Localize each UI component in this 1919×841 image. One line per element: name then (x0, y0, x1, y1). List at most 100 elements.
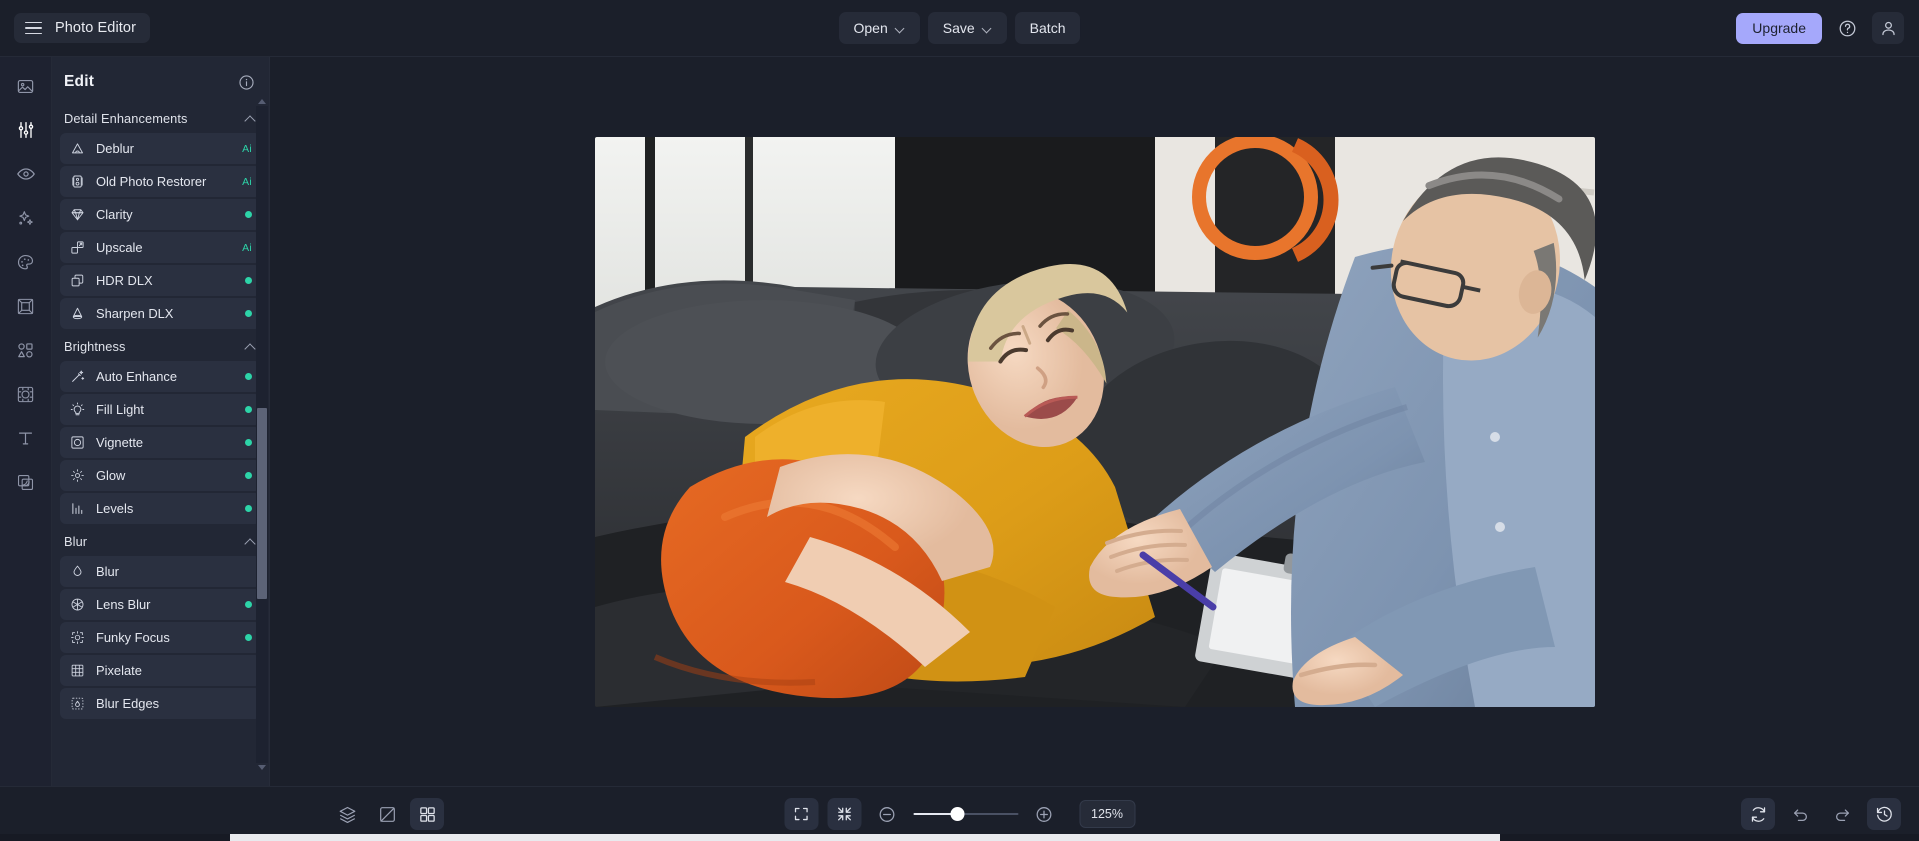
lightbulb-icon (70, 402, 85, 417)
sidebar-item-frame[interactable] (9, 289, 43, 323)
section-header-blur[interactable]: Blur (60, 524, 261, 556)
zoom-out-button[interactable] (870, 798, 904, 830)
batch-button-label: Batch (1029, 20, 1066, 36)
status-dot-badge (245, 472, 252, 479)
chevron-up-icon (245, 342, 255, 352)
grid-four-icon (419, 806, 435, 822)
zoom-slider[interactable] (913, 804, 1018, 824)
tool-item-label: Clarity (96, 207, 133, 222)
eye-icon (16, 168, 35, 180)
sidebar-item-shapes[interactable] (9, 333, 43, 367)
panel-vertical-scrollbar[interactable] (256, 97, 268, 772)
taskbar-segment (230, 834, 1500, 841)
badge-placeholder (245, 700, 252, 707)
zoom-out-circle-icon (879, 806, 895, 822)
section-header-detail-enhancements[interactable]: Detail Enhancements (60, 101, 261, 133)
layers-stack-button[interactable] (330, 798, 364, 830)
sidebar-item-color[interactable] (9, 245, 43, 279)
fullscreen-button[interactable] (784, 798, 818, 830)
tool-item-clarity[interactable]: Clarity (60, 199, 261, 230)
history-button[interactable] (1867, 798, 1901, 830)
status-dot-badge (245, 310, 252, 317)
save-button[interactable]: Save (927, 12, 1007, 44)
status-dot-badge (245, 406, 252, 413)
upgrade-button[interactable]: Upgrade (1736, 12, 1822, 44)
diamond-icon (70, 207, 85, 222)
focus-target-icon (70, 630, 85, 645)
tool-item-label: HDR DLX (96, 273, 153, 288)
zoom-level-value[interactable]: 125% (1079, 800, 1135, 828)
sidebar-item-retouch[interactable] (9, 157, 43, 191)
scrollbar-track[interactable] (256, 106, 268, 763)
section-header-brightness[interactable]: Brightness (60, 329, 261, 361)
tool-item-blur-edges[interactable]: Blur Edges (60, 688, 261, 719)
shapes-icon (18, 342, 33, 358)
section-items-blur: Blur Lens Blur Funky Focus Pixelate Blur… (60, 556, 261, 719)
hamburger-icon (25, 21, 42, 35)
scroll-up-arrow-icon[interactable] (258, 99, 266, 104)
tool-item-funky-focus[interactable]: Funky Focus (60, 622, 261, 653)
tool-rail (0, 57, 52, 786)
zoom-in-button[interactable] (1027, 798, 1061, 830)
batch-button[interactable]: Batch (1014, 12, 1081, 44)
tool-item-glow[interactable]: Glow (60, 460, 261, 491)
sidebar-item-adjust[interactable] (9, 113, 43, 147)
tool-item-deblur[interactable]: Deblur Ai (60, 133, 261, 164)
tool-item-old-photo-restorer[interactable]: Old Photo Restorer Ai (60, 166, 261, 197)
sidebar-item-effects[interactable] (9, 201, 43, 235)
sidebar-item-image[interactable] (9, 69, 43, 103)
tool-item-sharpen-dlx[interactable]: Sharpen DLX (60, 298, 261, 329)
tool-item-pixelate[interactable]: Pixelate (60, 655, 261, 686)
tool-item-fill-light[interactable]: Fill Light (60, 394, 261, 425)
redo-arrow-icon (1835, 808, 1849, 821)
gear-glow-icon (70, 468, 85, 483)
app-body: Edit Detail Enhancements Deblur Ai Old P… (0, 57, 1919, 786)
open-button[interactable]: Open (838, 12, 920, 44)
info-button[interactable] (238, 74, 255, 91)
help-button[interactable] (1831, 12, 1863, 44)
canvas-area[interactable] (270, 57, 1919, 786)
sliders-icon (18, 122, 33, 138)
palette-icon (17, 254, 34, 269)
fit-to-screen-button[interactable] (827, 798, 861, 830)
zoom-slider-knob[interactable] (950, 807, 965, 821)
undo-button[interactable] (1783, 798, 1817, 830)
status-dot-badge (245, 211, 252, 218)
sidebar-item-layers[interactable] (9, 465, 43, 499)
compare-split-button[interactable] (370, 798, 404, 830)
status-dot-badge (245, 439, 252, 446)
tool-item-blur[interactable]: Blur (60, 556, 261, 587)
grid-view-button[interactable] (410, 798, 444, 830)
grid-cells-icon (70, 663, 85, 678)
dotted-droplet-icon (70, 696, 85, 711)
tool-item-upscale[interactable]: Upscale Ai (60, 232, 261, 263)
tool-item-auto-enhance[interactable]: Auto Enhance (60, 361, 261, 392)
reset-button[interactable] (1741, 798, 1775, 830)
droplet-icon (70, 564, 85, 579)
zoom-in-circle-icon (1036, 806, 1052, 822)
old-photo-icon (70, 174, 85, 189)
sidebar-item-text[interactable] (9, 421, 43, 455)
tool-item-lens-blur[interactable]: Lens Blur (60, 589, 261, 620)
app-menu-button[interactable]: Photo Editor (14, 13, 150, 43)
sidebar-item-texture[interactable] (9, 377, 43, 411)
app-title: Photo Editor (55, 20, 136, 36)
text-t-icon (18, 432, 33, 444)
tool-item-levels[interactable]: Levels (60, 493, 261, 524)
open-button-label: Open (853, 20, 888, 36)
tool-item-label: Old Photo Restorer (96, 174, 207, 189)
scrollbar-thumb[interactable] (257, 408, 267, 599)
tool-item-vignette[interactable]: Vignette (60, 427, 261, 458)
chevron-up-icon (245, 114, 255, 124)
badge-placeholder (245, 667, 252, 674)
magic-wand-icon (70, 369, 85, 384)
levels-bars-icon (70, 501, 85, 516)
redo-button[interactable] (1825, 798, 1859, 830)
scroll-down-arrow-icon[interactable] (258, 765, 266, 770)
save-button-label: Save (942, 20, 975, 36)
status-dot-badge (245, 277, 252, 284)
account-button[interactable] (1872, 12, 1904, 44)
tool-item-hdr-dlx[interactable]: HDR DLX (60, 265, 261, 296)
status-dot-badge (245, 634, 252, 641)
image-preview[interactable] (594, 136, 1595, 707)
